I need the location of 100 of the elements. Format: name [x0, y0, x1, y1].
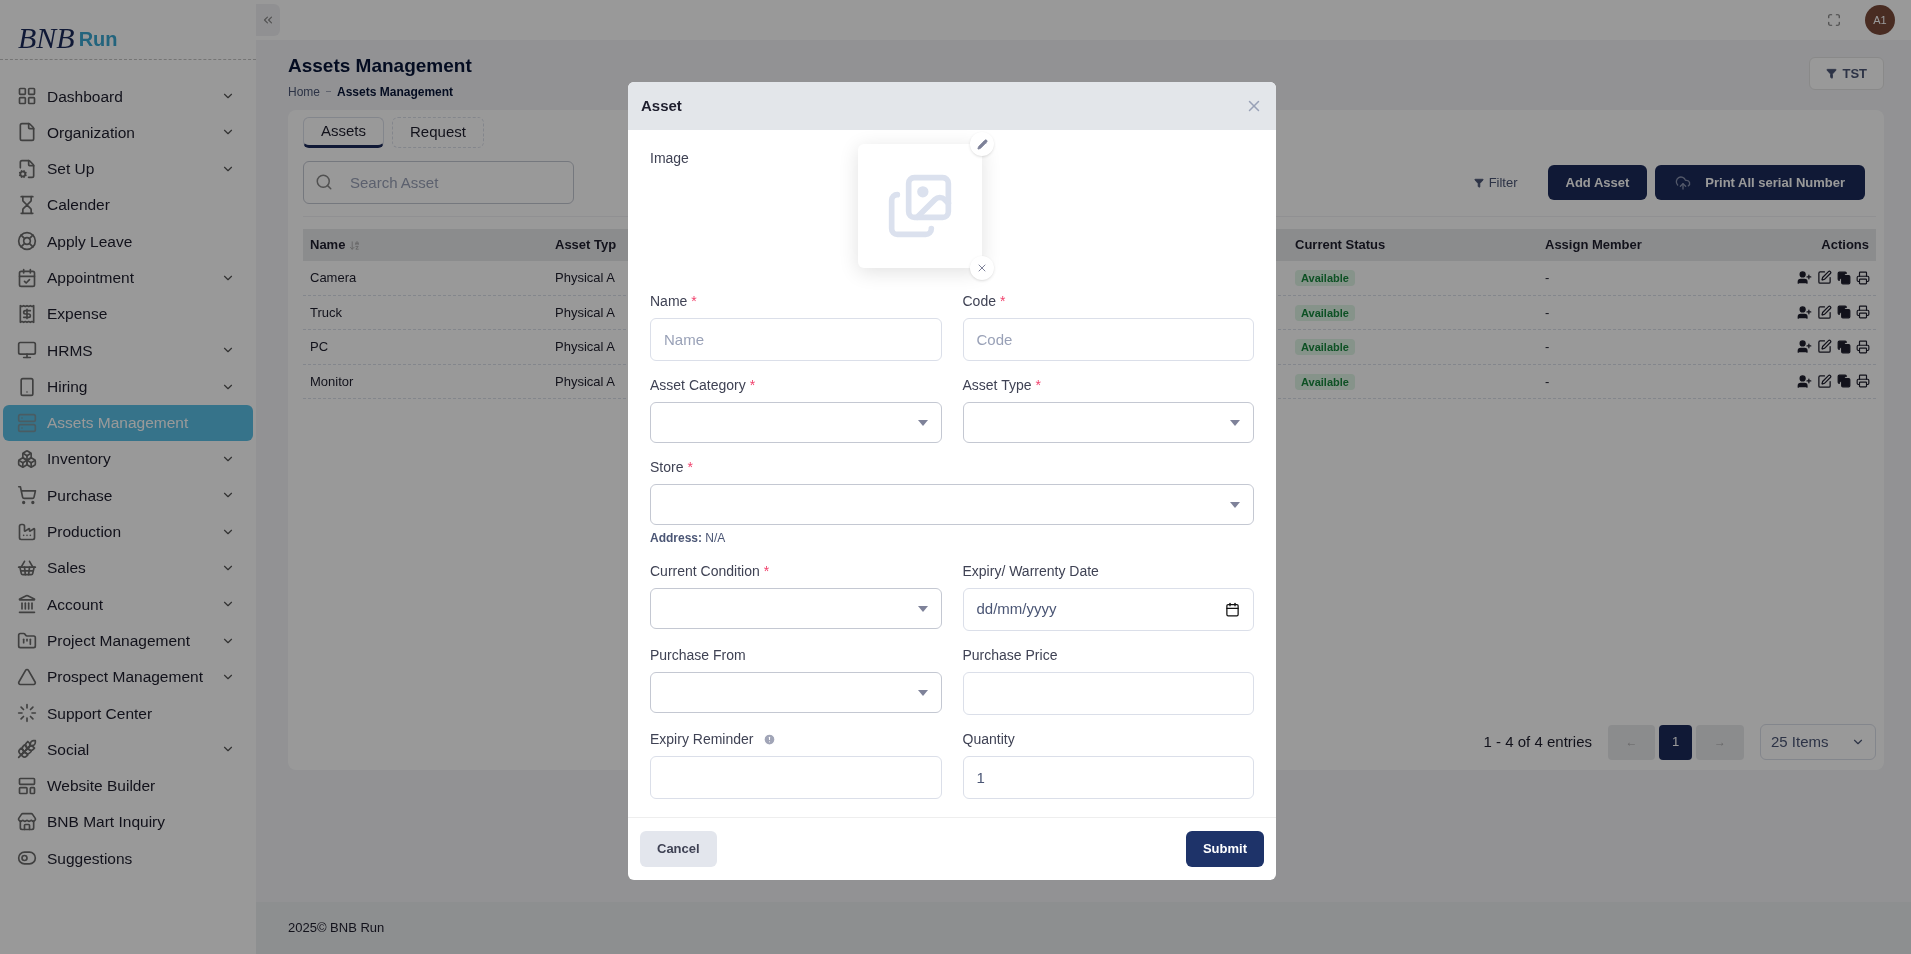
sidebar-item[interactable]: Inventory [3, 440, 253, 478]
sidebar-item[interactable]: Expense [3, 295, 253, 333]
page-size-select[interactable]: 25 Items [1760, 724, 1876, 760]
smartphone-icon [17, 376, 37, 397]
filter-link[interactable]: Filter [1473, 172, 1518, 193]
table-cell: Physical A [555, 339, 615, 354]
edit-icon[interactable] [1817, 373, 1832, 389]
select-field[interactable] [650, 402, 942, 443]
cancel-button[interactable]: Cancel [640, 831, 717, 867]
logo-text: Run [78, 29, 118, 49]
page-button[interactable]: 1 [1659, 724, 1692, 760]
sidebar-item[interactable]: Calender [3, 186, 253, 224]
tab[interactable]: Assets [303, 117, 384, 148]
sidebar-item[interactable]: Suggestions [3, 840, 253, 877]
close-icon [976, 262, 988, 274]
select-field[interactable] [650, 484, 1254, 525]
sidebar-item[interactable]: Appointment [3, 259, 253, 296]
printer-icon[interactable] [1856, 339, 1870, 354]
factory-icon [17, 521, 37, 542]
filter-button[interactable]: TST [1809, 57, 1884, 90]
sidebar-item[interactable]: BNB Mart Inquiry [3, 803, 253, 841]
basket-icon [17, 558, 37, 578]
sidebar-item[interactable]: Hiring [3, 368, 253, 405]
required-mark: * [999, 291, 1006, 311]
caret-icon [917, 419, 928, 426]
field-label: Code [962, 291, 996, 311]
entries-summary: 1 - 4 of 4 entries [1483, 731, 1592, 752]
table-cell: Camera [310, 270, 357, 285]
date-field[interactable]: dd/mm/yyyy [962, 588, 1254, 631]
sidebar-item[interactable]: Dashboard [3, 78, 253, 115]
sidebar-item[interactable]: Support Center [3, 695, 253, 732]
funnel-icon [1826, 68, 1838, 79]
column-header[interactable]: Name [310, 235, 346, 255]
sidebar-item[interactable]: Account [3, 586, 253, 623]
breadcrumb-item: Assets Management [337, 83, 454, 101]
column-header: Current Status [1295, 237, 1386, 253]
field-label: Expiry/ Warrenty Date [962, 561, 1099, 581]
field-label: Image [650, 149, 690, 168]
copy-icon[interactable] [1837, 374, 1851, 389]
sidebar-item[interactable]: Production [3, 513, 253, 550]
dialog-title: Asset [641, 95, 682, 116]
sidebar-item[interactable]: Purchase [3, 477, 253, 514]
edit-icon[interactable] [1817, 339, 1832, 355]
edit-icon[interactable] [1817, 270, 1832, 286]
text-field[interactable]: Name [650, 318, 942, 361]
select-field[interactable] [650, 588, 942, 629]
copy-icon[interactable] [1837, 270, 1851, 285]
folder-icon [17, 630, 37, 651]
field-label: Asset Category [650, 375, 746, 395]
user-plus-icon[interactable] [1797, 373, 1812, 389]
text-field[interactable] [962, 672, 1254, 715]
table-cell: Physical A [555, 304, 615, 320]
sidebar-item[interactable]: Social [3, 731, 253, 768]
select-field[interactable] [650, 672, 942, 713]
user-plus-icon[interactable] [1797, 339, 1812, 355]
field-label: Purchase Price [962, 645, 1058, 665]
fullscreen-icon[interactable] [1827, 13, 1841, 27]
sidebar-item[interactable]: Sales [3, 549, 253, 587]
printer-icon[interactable] [1856, 374, 1870, 389]
add-asset-button[interactable]: Add Asset [1547, 165, 1648, 200]
breadcrumb-item[interactable]: Home [288, 82, 320, 101]
sidebar-item[interactable]: Apply Leave [3, 223, 253, 260]
sidebar-item[interactable]: Set Up [3, 150, 253, 187]
sidebar-item[interactable]: Website Builder [3, 767, 253, 804]
tab[interactable]: Request [392, 117, 484, 148]
text-field[interactable]: Code [962, 318, 1254, 361]
field-label: Store [650, 457, 684, 477]
table-cell: - [1545, 270, 1550, 285]
sidebar-item[interactable]: Project Management [3, 622, 253, 659]
calendar-icon [1225, 602, 1240, 617]
field-label: Current Condition [650, 561, 760, 581]
printer-icon[interactable] [1856, 305, 1870, 320]
submit-button[interactable]: Submit [1185, 831, 1264, 867]
caret-icon [1230, 419, 1240, 426]
edit-icon[interactable] [1817, 304, 1832, 320]
edit-image-button[interactable] [970, 132, 994, 156]
table-cell: - [1545, 373, 1550, 389]
printer-icon[interactable] [1856, 270, 1870, 285]
triangle-icon [17, 666, 37, 687]
user-plus-icon[interactable] [1797, 304, 1812, 320]
sidebar-item[interactable]: Organization [3, 114, 253, 151]
text-field[interactable]: 1 [962, 756, 1254, 799]
user-plus-icon[interactable] [1797, 270, 1812, 286]
sidebar-item[interactable]: HRMS [3, 332, 253, 369]
copy-icon[interactable] [1837, 339, 1851, 354]
select-field[interactable] [962, 402, 1254, 443]
avatar[interactable]: A1 [1865, 5, 1895, 35]
layout-icon [17, 775, 37, 796]
cart-icon [17, 485, 37, 506]
copy-icon[interactable] [1837, 305, 1851, 320]
logo-mark: BNB [18, 23, 75, 53]
column-header: Asset Typ [555, 237, 617, 253]
print-button[interactable]: Print All serial Number [1655, 165, 1865, 200]
search-field[interactable]: Search Asset [303, 161, 574, 204]
sidebar-item[interactable]: Prospect Management [3, 658, 253, 696]
cloud-icon [1675, 174, 1692, 191]
text-field[interactable] [650, 756, 942, 799]
status-badge: Available [1295, 373, 1355, 390]
column-header: Actions [1821, 237, 1869, 253]
hourglass-icon [17, 195, 37, 216]
